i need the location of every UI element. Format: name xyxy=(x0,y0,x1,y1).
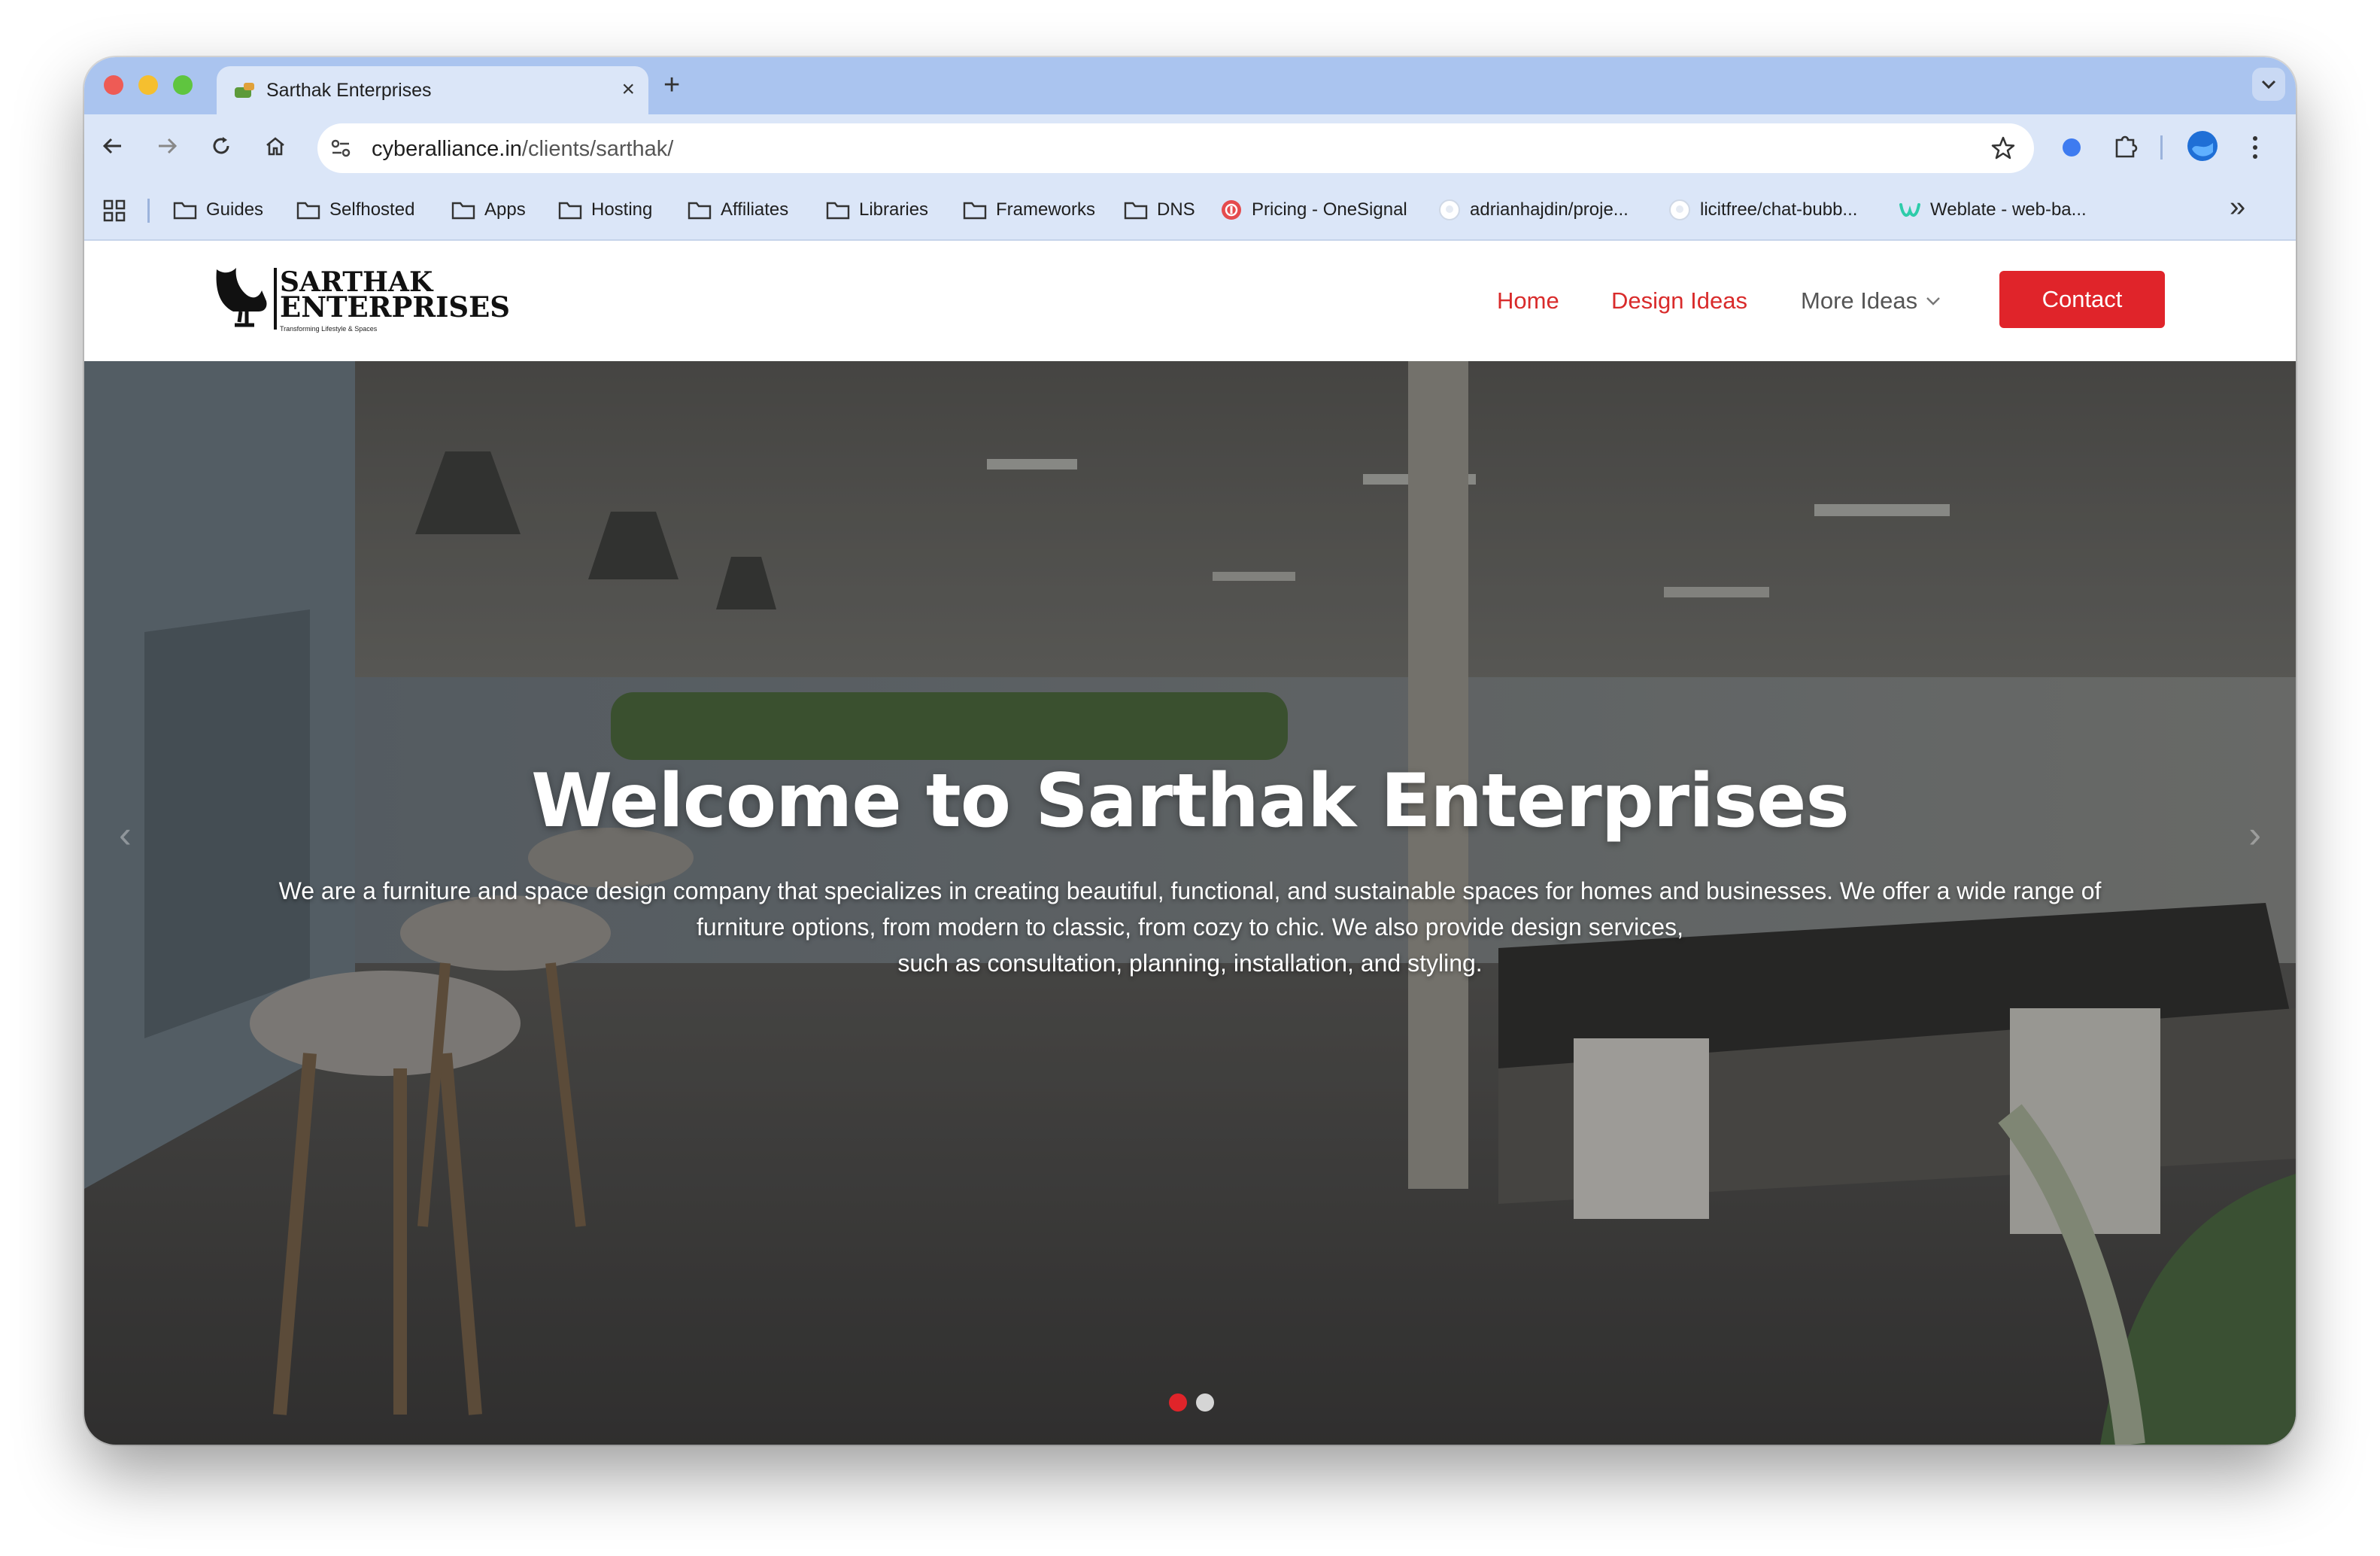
bookmarks-divider xyxy=(147,199,150,223)
onesignal-icon xyxy=(1222,200,1241,220)
tab-title: Sarthak Enterprises xyxy=(266,80,432,101)
hero-description-line3: such as consultation, planning, installa… xyxy=(897,950,1483,977)
logo-line2: ENTERPRISES xyxy=(280,290,511,324)
github-icon xyxy=(1669,199,1690,220)
hero-description: We are a furniture and space design comp… xyxy=(220,873,2160,981)
browser-window: Sarthak Enterprises × + cyberalliance.in… xyxy=(84,57,2296,1445)
url-text[interactable]: cyberalliance.in/clients/sarthak/ xyxy=(372,137,673,162)
bookmark-libraries[interactable]: Libraries xyxy=(826,197,928,223)
chevron-down-icon xyxy=(2261,80,2276,90)
nav-more-ideas-label: More Ideas xyxy=(1801,287,1918,314)
bookmark-label: Guides xyxy=(206,199,264,220)
bookmark-label: Affiliates xyxy=(721,199,789,220)
minimize-window-button[interactable] xyxy=(138,75,158,95)
github-icon xyxy=(1439,199,1460,220)
nav-design-ideas[interactable]: Design Ideas xyxy=(1611,287,1747,315)
nav-more-ideas[interactable]: More Ideas xyxy=(1801,287,1941,315)
bookmark-licitfree[interactable]: licitfree/chat-bubb... xyxy=(1668,197,1857,223)
tab-search-button[interactable] xyxy=(2252,68,2285,101)
bookmark-star-icon[interactable] xyxy=(1989,134,2017,163)
bookmark-weblate[interactable]: Weblate - web-ba... xyxy=(1899,197,2087,223)
hero-description-line2: furniture options, from modern to classi… xyxy=(697,913,1683,941)
bookmark-adrianhajdin[interactable]: adrianhajdin/proje... xyxy=(1438,197,1629,223)
hero-title: Welcome to Sarthak Enterprises xyxy=(531,758,1850,844)
bookmark-label: Apps xyxy=(484,199,526,220)
site-info-icon[interactable] xyxy=(328,135,354,161)
hero-carousel: ‹ › Welcome to Sarthak Enterprises We ar… xyxy=(84,361,2296,1445)
bookmark-label: Selfhosted xyxy=(329,199,415,220)
bookmark-label: Pricing - OneSignal xyxy=(1252,199,1407,220)
folder-icon xyxy=(1124,202,1148,220)
bookmark-label: adrianhajdin/proje... xyxy=(1470,199,1629,220)
folder-icon xyxy=(173,202,197,220)
nav-home[interactable]: Home xyxy=(1497,287,1559,315)
reload-icon xyxy=(213,137,229,154)
bookmarks-bar: Guides Selfhosted Apps Hosting Affiliate… xyxy=(84,181,2296,241)
url-path: /clients/sarthak/ xyxy=(521,137,674,161)
carousel-dot-2[interactable] xyxy=(1196,1393,1214,1412)
bookmark-label: Weblate - web-ba... xyxy=(1930,199,2087,220)
new-tab-button[interactable]: + xyxy=(663,65,680,105)
toolbar-divider xyxy=(2160,135,2163,160)
bookmark-dns[interactable]: DNS xyxy=(1124,197,1195,223)
arrow-right-icon xyxy=(159,138,178,154)
folder-icon xyxy=(451,202,475,220)
tab-sarthak-enterprises[interactable]: Sarthak Enterprises × xyxy=(217,66,648,114)
extension-blue-icon[interactable] xyxy=(2058,134,2085,161)
bookmark-label: Hosting xyxy=(591,199,653,220)
browser-toolbar: cyberalliance.in/clients/sarthak/ xyxy=(84,114,2296,181)
web-page: SARTHAK ENTERPRISES Transforming Lifesty… xyxy=(84,241,2296,1445)
bookmark-affiliates[interactable]: Affiliates xyxy=(688,197,788,223)
folder-icon xyxy=(688,202,712,220)
bookmark-label: DNS xyxy=(1157,199,1195,220)
bookmark-label: Libraries xyxy=(859,199,929,220)
address-bar[interactable]: cyberalliance.in/clients/sarthak/ xyxy=(317,123,2034,173)
folder-icon xyxy=(558,202,582,220)
egg-chair-logo-icon xyxy=(216,268,267,327)
folder-icon xyxy=(826,202,850,220)
site-header: SARTHAK ENTERPRISES Transforming Lifesty… xyxy=(84,241,2296,361)
more-menu-icon[interactable] xyxy=(2249,134,2261,161)
carousel-dot-1[interactable] xyxy=(1169,1393,1187,1412)
bookmark-label: Frameworks xyxy=(996,199,1096,220)
carousel-indicators xyxy=(1169,1393,1214,1412)
contact-button[interactable]: Contact xyxy=(1999,271,2165,328)
puzzle-extensions-icon[interactable] xyxy=(2111,131,2141,161)
arrow-left-icon xyxy=(102,138,121,154)
site-logo[interactable]: SARTHAK ENTERPRISES Transforming Lifesty… xyxy=(212,263,510,339)
home-icon xyxy=(266,137,284,156)
bookmark-pricing-onesignal[interactable]: Pricing - OneSignal xyxy=(1220,197,1407,223)
reload-button[interactable] xyxy=(206,131,236,161)
logo-tagline: Transforming Lifestyle & Spaces xyxy=(280,325,378,333)
bookmarks-overflow-button[interactable]: » xyxy=(2230,191,2245,223)
profile-avatar-icon[interactable] xyxy=(2186,129,2219,163)
close-window-button[interactable] xyxy=(104,75,123,95)
back-button[interactable] xyxy=(98,131,128,161)
weblate-icon xyxy=(1899,203,1920,217)
chevron-down-icon xyxy=(1926,297,1940,305)
forward-button[interactable] xyxy=(152,131,182,161)
folder-icon xyxy=(963,202,987,220)
bookmark-apps[interactable]: Apps xyxy=(451,197,526,223)
close-tab-icon[interactable]: × xyxy=(621,77,635,102)
chair-favicon-icon xyxy=(235,83,254,98)
bookmark-guides[interactable]: Guides xyxy=(173,197,263,223)
apps-grid-icon[interactable] xyxy=(102,199,126,223)
bookmark-frameworks[interactable]: Frameworks xyxy=(963,197,1095,223)
bookmark-hosting[interactable]: Hosting xyxy=(558,197,652,223)
folder-icon xyxy=(296,202,320,220)
tab-strip: Sarthak Enterprises × + xyxy=(84,57,2296,114)
url-host: cyberalliance.in xyxy=(372,137,522,161)
logo-divider xyxy=(274,268,277,330)
hero-description-line1: We are a furniture and space design comp… xyxy=(278,877,2102,904)
bookmark-label: licitfree/chat-bubb... xyxy=(1700,199,1858,220)
home-button[interactable] xyxy=(260,131,290,161)
maximize-window-button[interactable] xyxy=(173,75,193,95)
bookmark-selfhosted[interactable]: Selfhosted xyxy=(296,197,414,223)
